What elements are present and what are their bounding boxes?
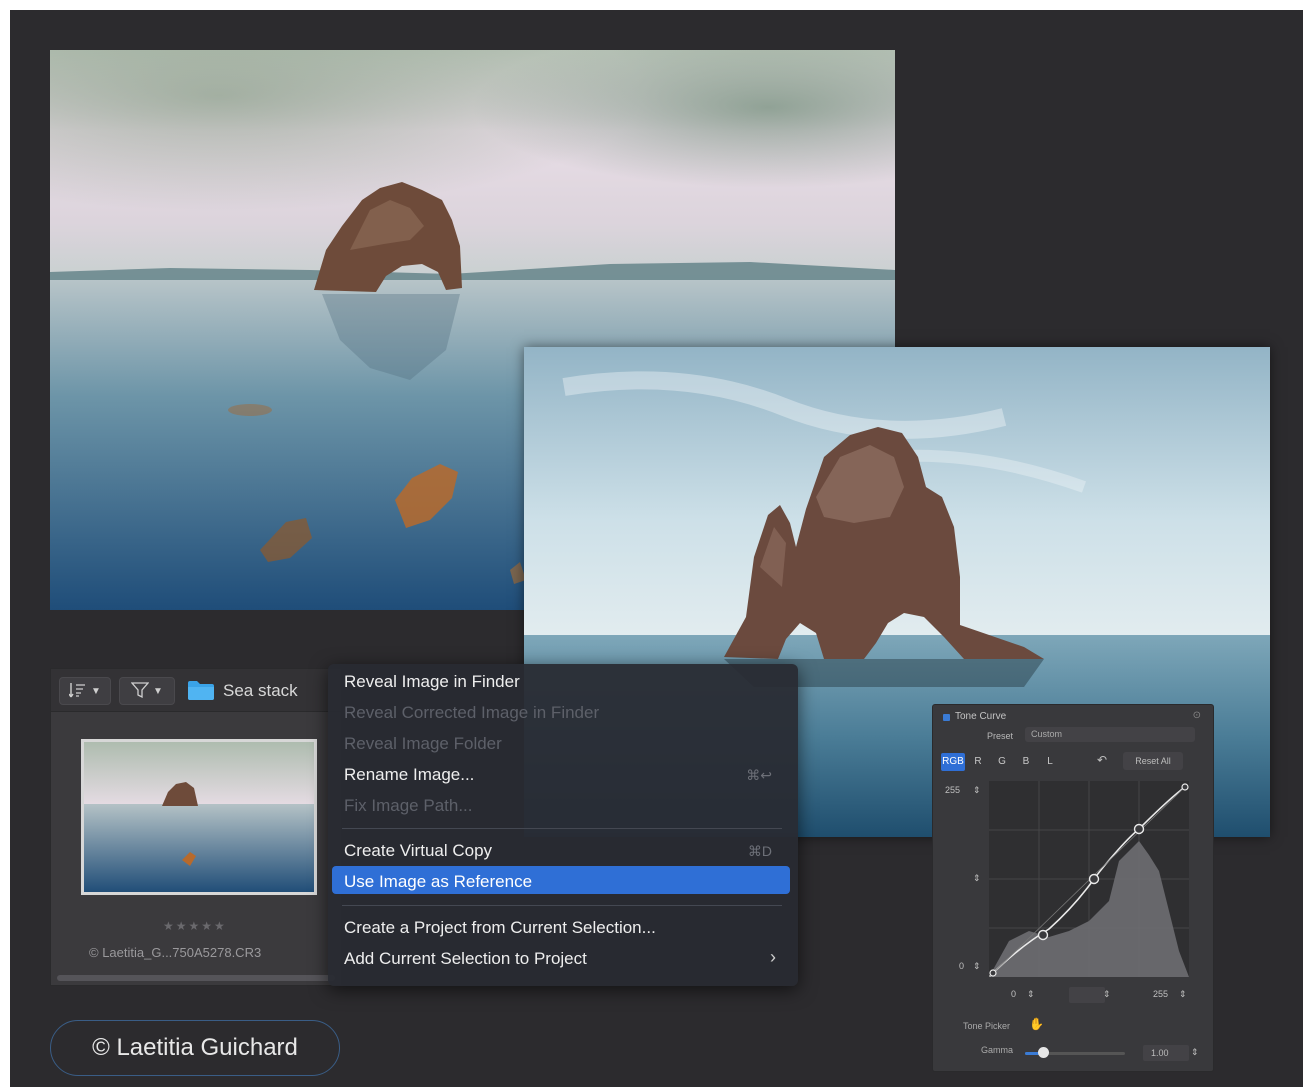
- gamma-slider-knob[interactable]: [1038, 1047, 1049, 1058]
- filter-icon: [130, 681, 150, 701]
- channel-l[interactable]: L: [1041, 753, 1059, 771]
- rating-stars[interactable]: ★★★★★: [163, 919, 227, 933]
- sort-icon: [68, 682, 87, 701]
- tone-curve-panel: Tone Curve ⊙ Preset Custom RGB R G B L ↶…: [932, 704, 1214, 1072]
- spinner-icon[interactable]: ⇕: [973, 961, 981, 972]
- menu-separator: [342, 828, 782, 829]
- menu-item-use-as-reference[interactable]: Use Image as Reference: [344, 872, 532, 892]
- input-mid-field[interactable]: [1069, 987, 1105, 1003]
- folder-name[interactable]: Sea stack: [223, 681, 298, 701]
- menu-item-reveal-folder: Reveal Image Folder: [344, 734, 502, 753]
- chevron-down-icon: ▼: [91, 685, 101, 697]
- spinner-icon[interactable]: ⇕: [1103, 989, 1111, 1000]
- input-min-value[interactable]: 0: [1011, 989, 1016, 999]
- submenu-chevron-icon: ›: [770, 947, 776, 967]
- tone-picker-label: Tone Picker: [963, 1021, 1011, 1031]
- tool-options-icon[interactable]: ⊙: [1193, 710, 1201, 721]
- menu-separator: [342, 905, 782, 906]
- spinner-icon[interactable]: ⇕: [973, 785, 981, 796]
- input-max-value[interactable]: 255: [1153, 989, 1168, 999]
- gamma-value-field[interactable]: 1.00: [1143, 1045, 1189, 1061]
- virtual-copy-shortcut: ⌘D: [747, 843, 772, 859]
- channel-g[interactable]: G: [993, 753, 1011, 771]
- spinner-icon[interactable]: ⇕: [1027, 989, 1035, 1000]
- thumbnail-filename: © Laetitia_G...750A5278.CR3: [89, 945, 262, 960]
- image-thumbnail[interactable]: [81, 739, 317, 895]
- undo-icon[interactable]: ↶: [1097, 753, 1107, 767]
- channel-rgb[interactable]: RGB: [941, 753, 965, 771]
- tone-picker-icon[interactable]: ✋: [1029, 1017, 1044, 1031]
- browser-toolbar: ▼ ▼ Sea stack: [51, 669, 341, 712]
- tone-curve-title: Tone Curve: [955, 711, 1007, 722]
- preset-select[interactable]: Custom: [1025, 727, 1195, 742]
- browser-scrollbar[interactable]: [57, 975, 335, 981]
- gamma-label: Gamma: [981, 1045, 1014, 1055]
- photo-credit: © Laetitia Guichard: [50, 1020, 340, 1076]
- folder-icon: [188, 681, 214, 700]
- menu-item-reveal-in-finder[interactable]: Reveal Image in Finder: [344, 672, 520, 692]
- rename-shortcut: ⌘↩: [746, 767, 772, 783]
- tool-enable-checkbox[interactable]: [943, 714, 950, 721]
- preset-label: Preset: [987, 731, 1014, 741]
- menu-item-reveal-corrected: Reveal Corrected Image in Finder: [344, 703, 600, 722]
- output-min-value[interactable]: 0: [959, 961, 964, 971]
- spinner-icon[interactable]: ⇕: [973, 873, 981, 884]
- reset-all-button[interactable]: Reset All: [1123, 752, 1183, 770]
- spinner-icon[interactable]: ⇕: [1179, 989, 1187, 1000]
- context-menu: Reveal Image in Finder Reveal Corrected …: [328, 664, 798, 986]
- tone-curve-graph[interactable]: [989, 781, 1189, 977]
- channel-r[interactable]: R: [969, 753, 987, 771]
- sort-button[interactable]: ▼: [59, 677, 111, 705]
- channel-b[interactable]: B: [1017, 753, 1035, 771]
- menu-item-fix-path: Fix Image Path...: [344, 796, 473, 815]
- output-max-value[interactable]: 255: [945, 785, 960, 795]
- menu-item-add-to-project[interactable]: Add Current Selection to Project: [344, 949, 587, 969]
- menu-item-rename[interactable]: Rename Image...: [344, 765, 474, 785]
- menu-item-create-virtual-copy[interactable]: Create Virtual Copy: [344, 841, 492, 861]
- menu-item-create-project[interactable]: Create a Project from Current Selection.…: [344, 918, 656, 938]
- spinner-icon[interactable]: ⇕: [1191, 1047, 1199, 1058]
- image-browser-panel: ▼ ▼ Sea stack ★★★★★ © Laetitia_G...750A5…: [50, 668, 342, 986]
- chevron-down-icon: ▼: [153, 685, 163, 697]
- filter-button[interactable]: ▼: [119, 677, 175, 705]
